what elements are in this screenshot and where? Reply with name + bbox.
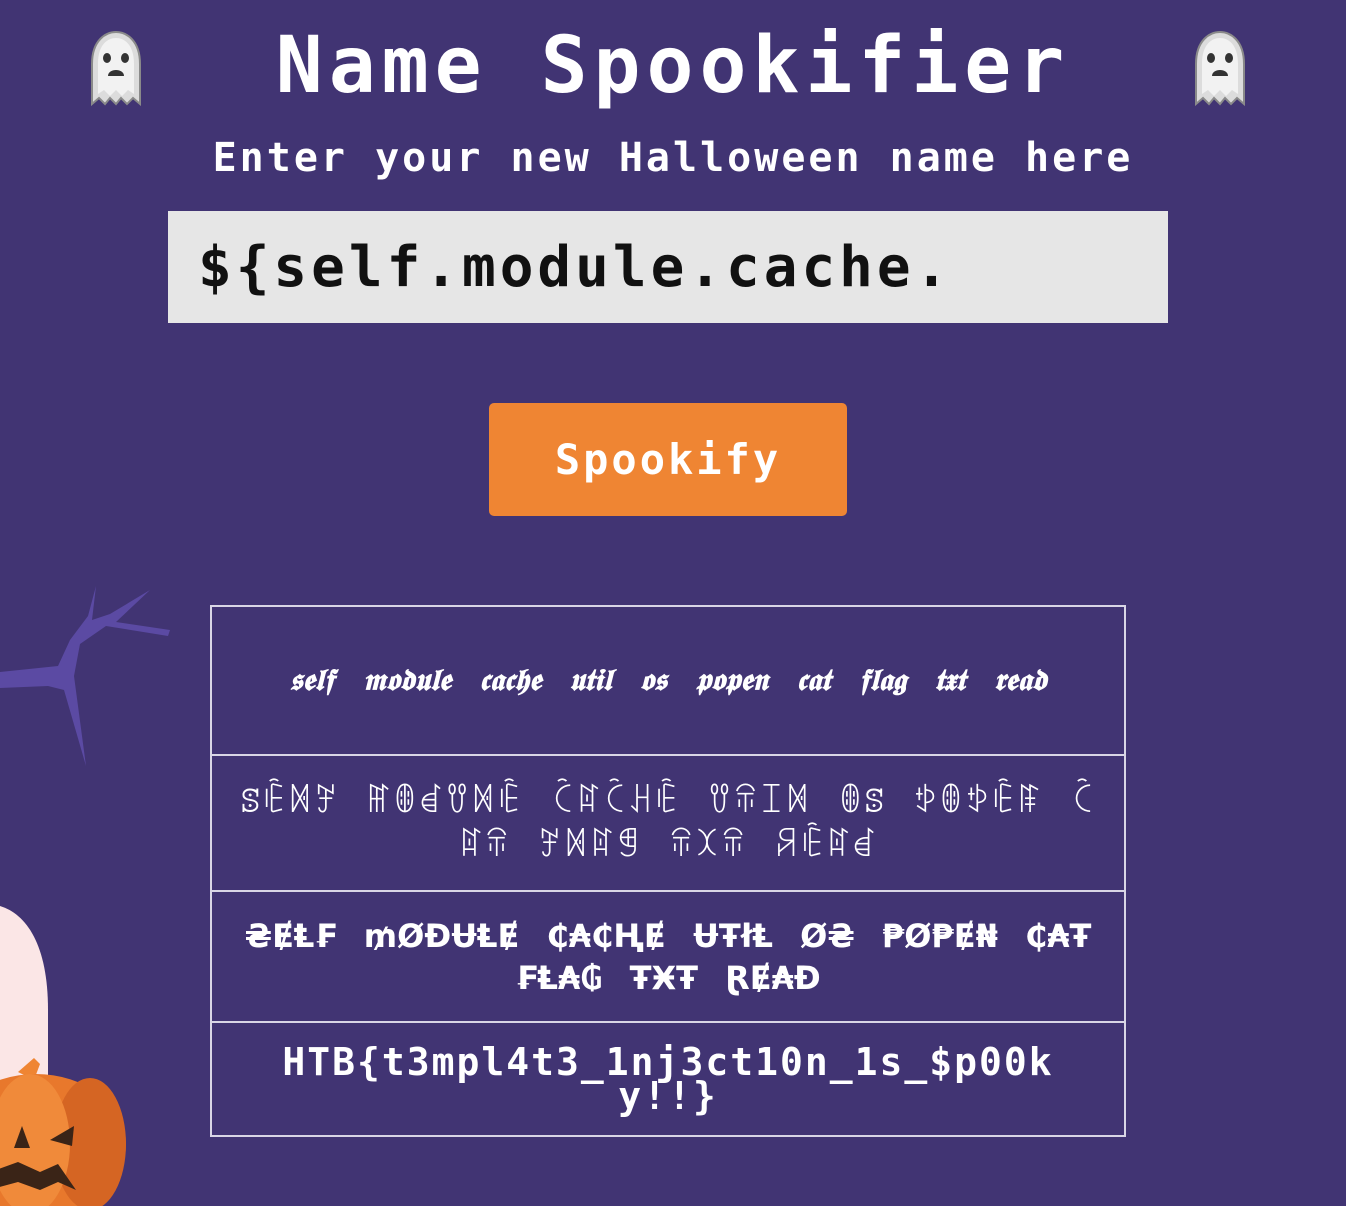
table-row: ꕷꍟꁒꎇ ꂵꂦꀸꀎꁒꍟ ꉓꍏꉓꃅꍟ ꀎꋖꀤꁒ ꂦꕷ ꉣꂦꉣꍟꁹ ꉓꍏꋖ ꎇꁒꍏꁅ… (210, 754, 1126, 892)
input-prompt-label: Enter your new Halloween name here (212, 135, 1134, 181)
result-cell-currency-style: ₴ɆⱠ₣ ₥ØĐɄⱠɆ ₵₳₵ⱧɆ ɄŦłⱠ Ø₴ ₱Ø₱Ɇ₦ ₵₳Ŧ ₣Ⱡ₳₲… (210, 890, 1126, 1023)
page-title: Name Spookifier (275, 21, 1071, 111)
pumpkin-icon (0, 906, 126, 1206)
result-cell-flag: HTB{t3mpl4t3_1nj3ct10n_1s_$p00ky!!} (210, 1021, 1126, 1137)
name-input[interactable] (168, 211, 1168, 323)
ghost-icon (1195, 30, 1245, 107)
results-table: 𝖘𝖊𝖑𝖋 𝖒𝖔𝖉𝖚𝖑𝖊 𝖈𝖆𝖈𝖍𝖊 𝖚𝖙𝖎𝖑 𝖔𝖘 𝖕𝖔𝖕𝖊𝖓 𝖈𝖆𝖙 𝖋𝖑𝖆𝖌… (210, 605, 1126, 1137)
table-row: ₴ɆⱠ₣ ₥ØĐɄⱠɆ ₵₳₵ⱧɆ ɄŦłⱠ Ø₴ ₱Ø₱Ɇ₦ ₵₳Ŧ ₣Ⱡ₳₲… (210, 890, 1126, 1023)
spookify-button[interactable]: Spookify (489, 403, 847, 516)
tree-branch-icon (0, 586, 170, 766)
result-cell-yi-style: ꕷꍟꁒꎇ ꂵꂦꀸꀎꁒꍟ ꉓꍏꉓꃅꍟ ꀎꋖꀤꁒ ꂦꕷ ꉣꂦꉣꍟꁹ ꉓꍏꋖ ꎇꁒꍏꁅ… (210, 754, 1126, 892)
table-row: 𝖘𝖊𝖑𝖋 𝖒𝖔𝖉𝖚𝖑𝖊 𝖈𝖆𝖈𝖍𝖊 𝖚𝖙𝖎𝖑 𝖔𝖘 𝖕𝖔𝖕𝖊𝖓 𝖈𝖆𝖙 𝖋𝖑𝖆𝖌… (210, 605, 1126, 756)
table-row: HTB{t3mpl4t3_1nj3ct10n_1s_$p00ky!!} (210, 1021, 1126, 1137)
result-cell-gothic: 𝖘𝖊𝖑𝖋 𝖒𝖔𝖉𝖚𝖑𝖊 𝖈𝖆𝖈𝖍𝖊 𝖚𝖙𝖎𝖑 𝖔𝖘 𝖕𝖔𝖕𝖊𝖓 𝖈𝖆𝖙 𝖋𝖑𝖆𝖌… (210, 605, 1126, 756)
header: Name Spookifier (0, 18, 1346, 118)
